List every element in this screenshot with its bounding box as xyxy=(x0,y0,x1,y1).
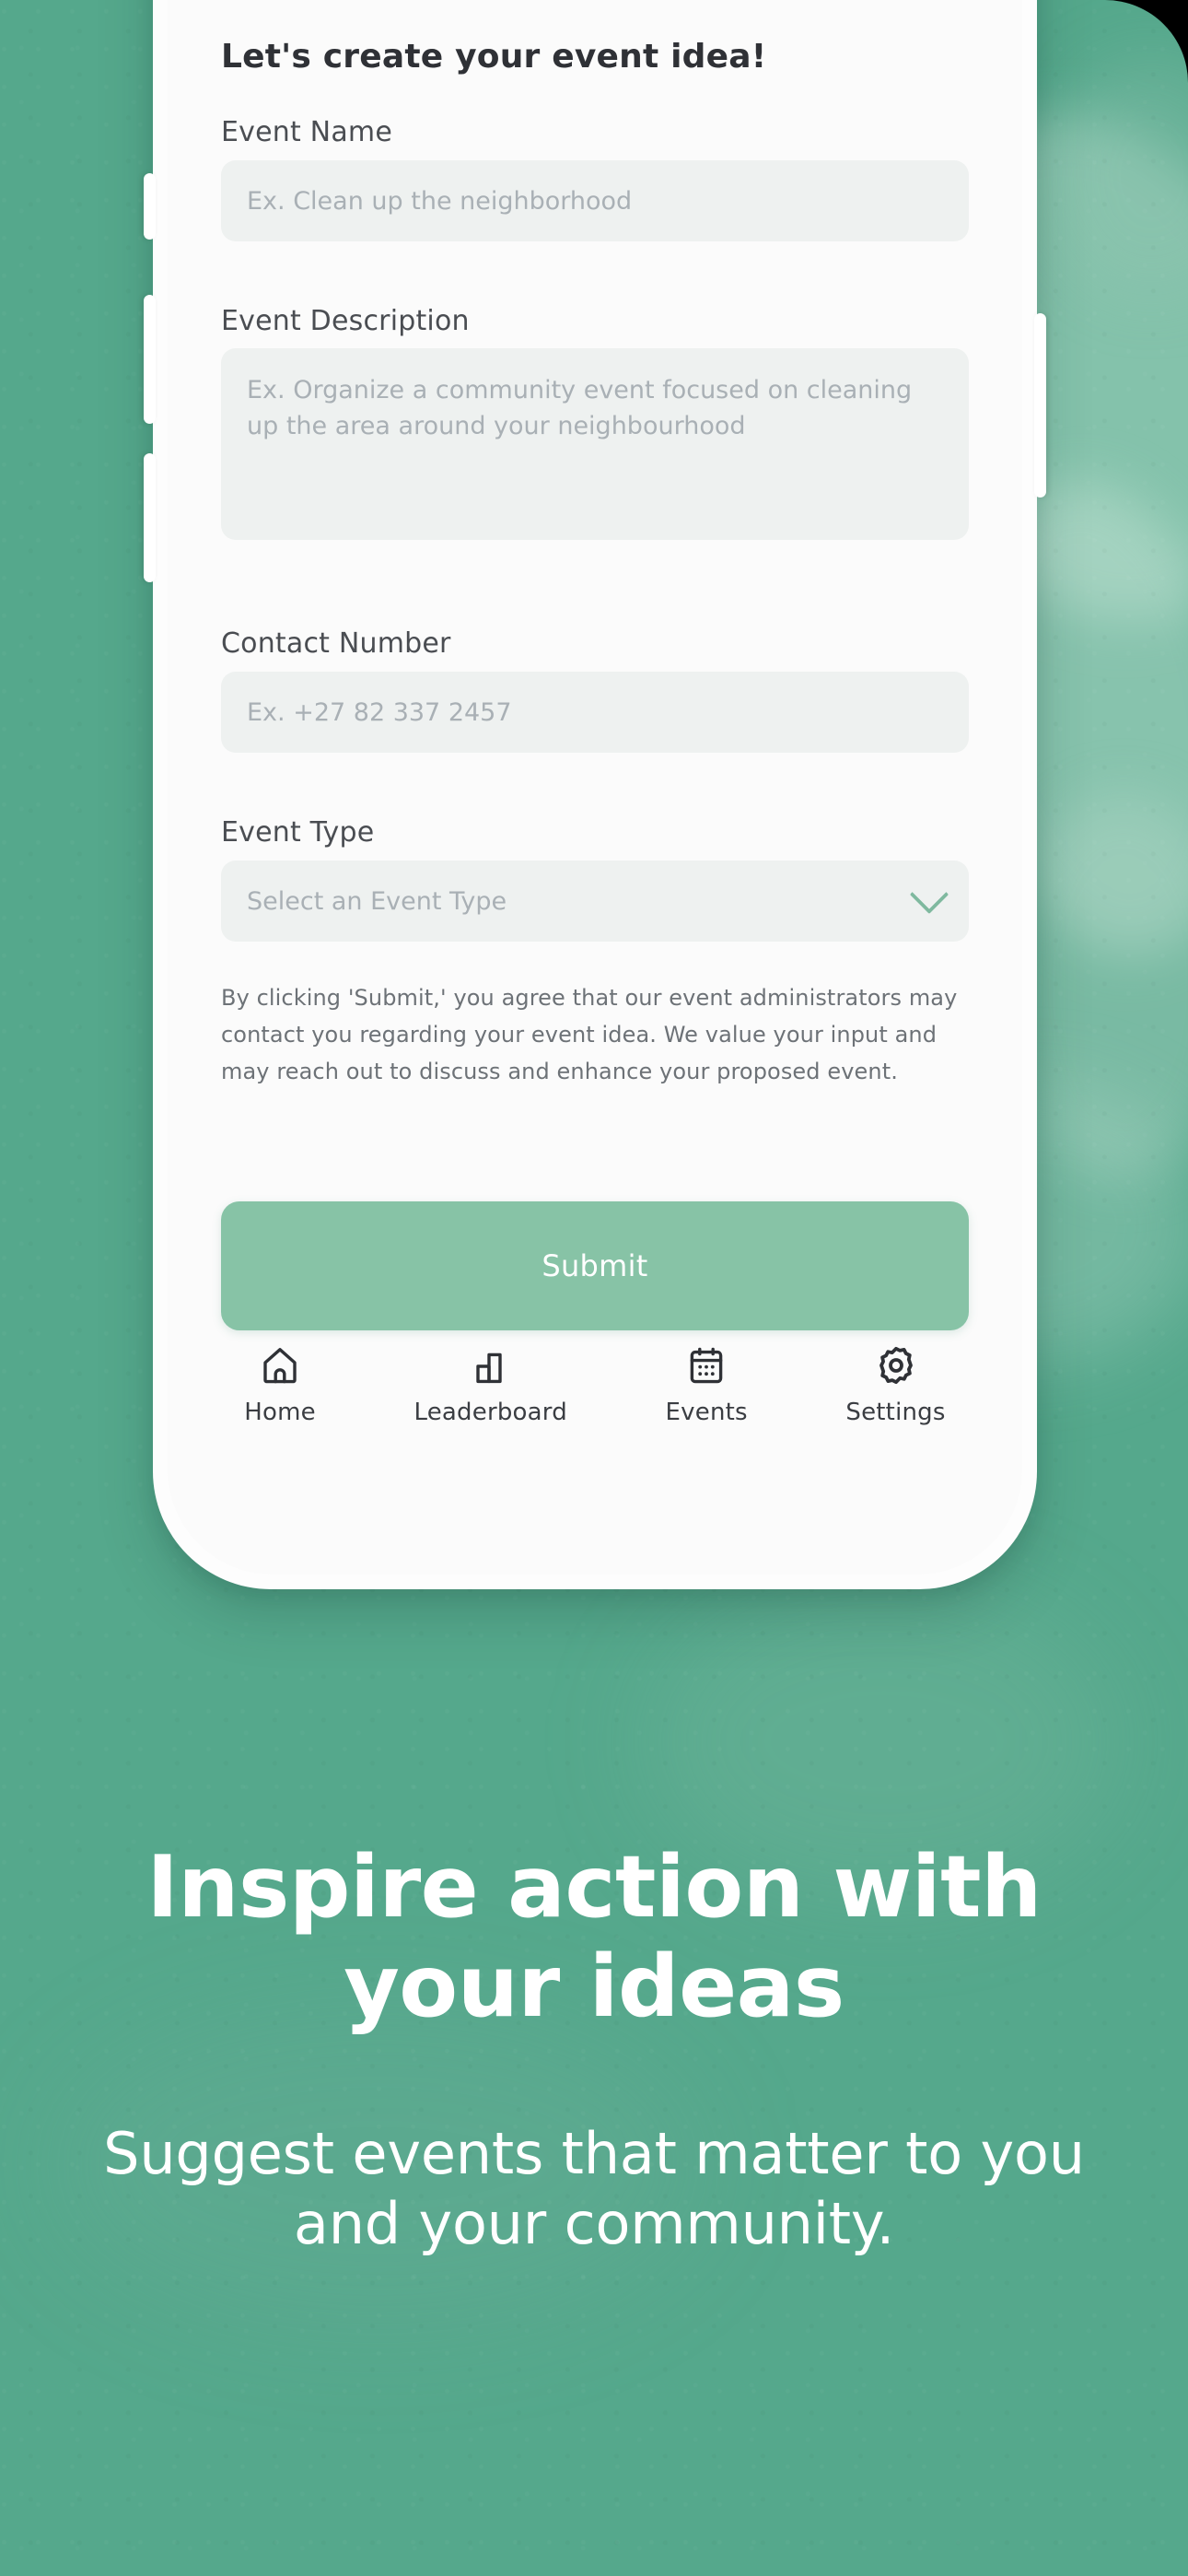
calendar-icon xyxy=(690,1347,723,1384)
event-description-input[interactable]: Ex. Organize a community event focused o… xyxy=(221,348,969,540)
event-name-input[interactable]: Ex. Clean up the neighborhood xyxy=(221,160,969,241)
app-store-background: Let's create your event idea! Event Name… xyxy=(0,0,1188,2576)
bar-chart-icon xyxy=(476,1352,502,1384)
event-type-field[interactable]: Select an Event Type xyxy=(221,861,969,942)
submit-disclaimer-text: By clicking 'Submit,' you agree that our… xyxy=(221,985,958,1084)
nav-item-home[interactable]: Home xyxy=(244,1343,316,1426)
page-title: Let's create your event idea! xyxy=(221,38,767,76)
submit-button-label: Submit xyxy=(542,1248,648,1283)
event-name-field[interactable]: Ex. Clean up the neighborhood xyxy=(221,160,969,241)
marketing-subheadline: Suggest events that matter to you and yo… xyxy=(103,2120,1085,2257)
phone-screen: Let's create your event idea! Event Name… xyxy=(168,0,1022,1575)
contact-number-field[interactable]: Ex. +27 82 337 2457 xyxy=(221,672,969,753)
event-type-label: Event Type xyxy=(221,816,375,849)
chevron-down-icon xyxy=(909,874,949,915)
event-type-label-row: Event Type xyxy=(221,816,969,849)
gear-icon xyxy=(879,1346,913,1385)
nav-label-home: Home xyxy=(244,1399,316,1426)
contact-number-label-row: Contact Number xyxy=(221,627,969,660)
event-name-label-row: Event Name xyxy=(221,116,969,148)
event-name-label: Event Name xyxy=(221,116,392,148)
nav-item-settings[interactable]: Settings xyxy=(845,1343,945,1426)
nav-label-leaderboard: Leaderboard xyxy=(413,1399,567,1426)
phone-power-button[interactable] xyxy=(1034,313,1046,498)
phone-mute-switch[interactable] xyxy=(144,173,156,240)
nav-label-settings: Settings xyxy=(845,1399,946,1426)
nav-label-events: Events xyxy=(665,1399,748,1426)
contact-number-input[interactable]: Ex. +27 82 337 2457 xyxy=(221,672,969,753)
phone-volume-up-button[interactable] xyxy=(144,295,156,424)
event-type-select[interactable]: Select an Event Type xyxy=(221,861,969,942)
bottom-navigation-bar: Home Leaderboard Events Settings xyxy=(195,1343,995,1454)
event-type-selected-value: Select an Event Type xyxy=(247,886,507,916)
home-icon xyxy=(263,1348,297,1384)
event-description-label-row: Event Description xyxy=(221,305,969,337)
event-description-field[interactable]: Ex. Organize a community event focused o… xyxy=(221,348,969,540)
submit-button[interactable]: Submit xyxy=(221,1201,969,1330)
marketing-headline: Inspire action with your ideas xyxy=(146,1837,1042,2036)
phone-mockup: Let's create your event idea! Event Name… xyxy=(144,0,1046,1589)
nav-item-leaderboard[interactable]: Leaderboard xyxy=(414,1343,567,1426)
event-description-label: Event Description xyxy=(221,305,470,337)
phone-volume-down-button[interactable] xyxy=(144,453,156,582)
contact-number-label: Contact Number xyxy=(221,627,451,660)
nav-item-events[interactable]: Events xyxy=(666,1343,748,1426)
